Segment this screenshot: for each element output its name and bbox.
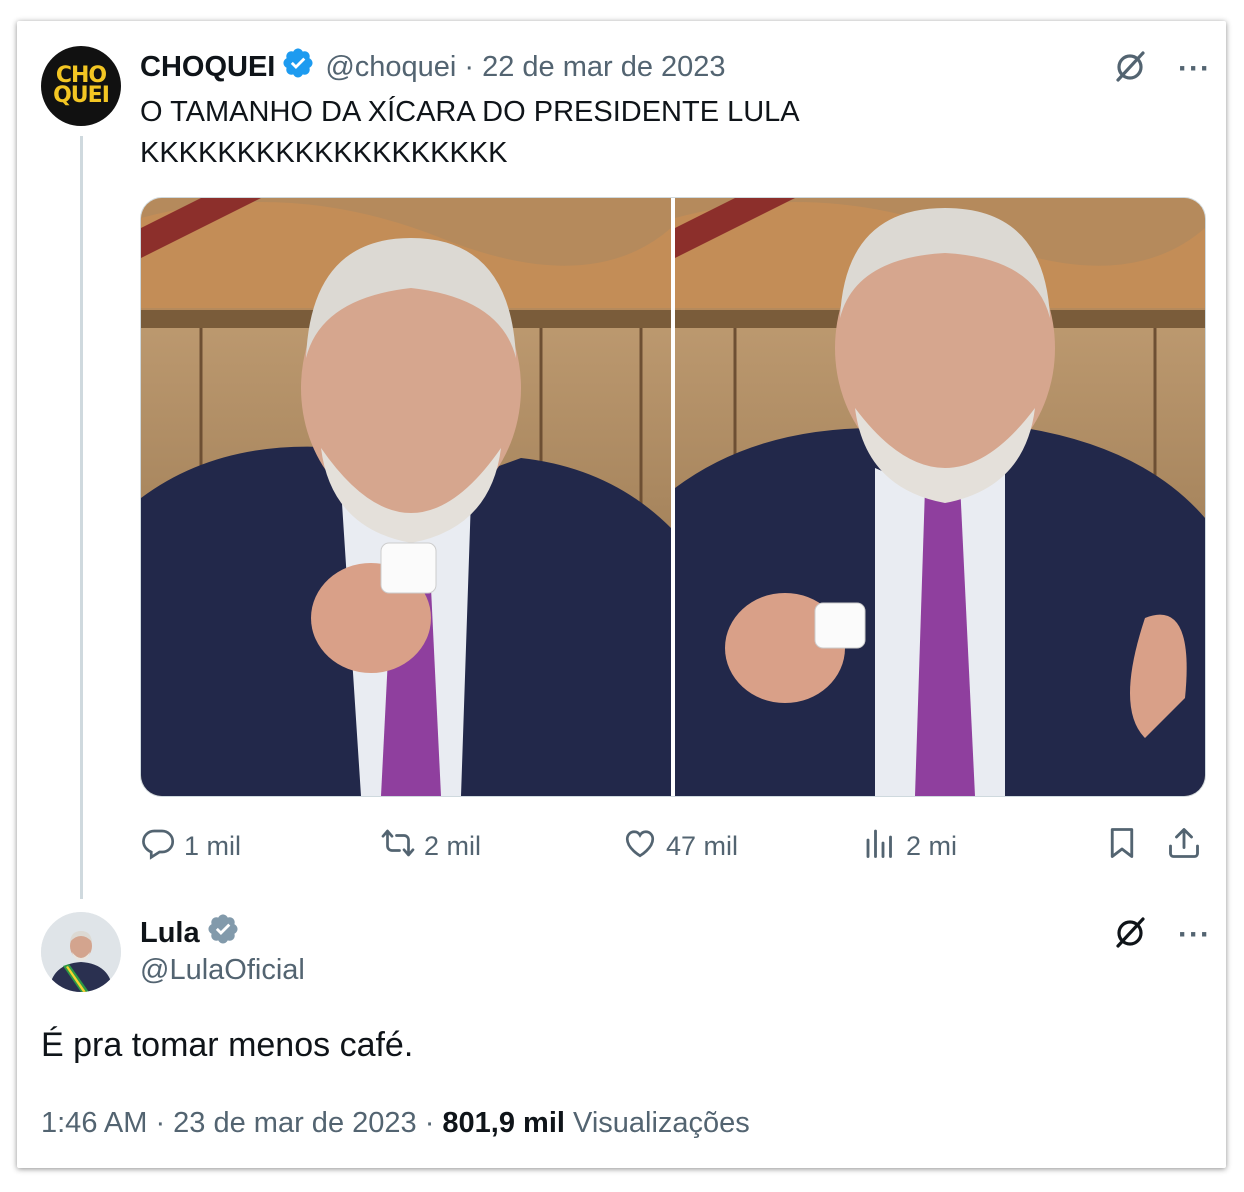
views-label: Visualizações [573,1107,750,1139]
retweet-icon [380,825,424,868]
like-button[interactable]: 47 mil [622,825,738,868]
reply-button[interactable]: 1 mil [140,825,241,868]
reply-icon [140,825,184,868]
reply-tweet-header: Lula [140,912,250,954]
reply-tweet-text: É pra tomar menos café. [41,1026,414,1064]
views-button[interactable]: 2 mi [862,825,957,868]
views-count: 801,9 mil [442,1107,565,1139]
tweet-media-grid [140,197,1206,797]
photo-2[interactable] [675,198,1205,796]
avatar-logo-text-bottom: QUEI [53,83,110,108]
more-options-icon[interactable]: ··· [1178,919,1211,949]
tweet-date[interactable]: · 22 de mar de 2023 [464,51,725,84]
handle[interactable]: @choquei [325,51,456,84]
display-name[interactable]: CHOQUEI [140,51,275,84]
original-tweet-top-icons: ··· [1112,48,1211,89]
original-tweet-text: O TAMANHO DA XÍCARA DO PRESIDENTE LULA K… [140,92,800,174]
choquei-avatar[interactable]: CHO QUEI [41,46,121,126]
retweet-button[interactable]: 2 mil [380,825,481,868]
heart-icon [622,825,666,868]
verified-badge-icon [281,46,315,88]
gray-verified-badge-icon [206,912,240,954]
share-button[interactable] [1166,825,1210,868]
like-count: 47 mil [666,831,739,861]
reply-tweet-footer: 1:46 AM · 23 de mar de 2023 · 801,9 mil … [41,1107,750,1140]
lula-avatar[interactable] [41,912,121,992]
views-count: 2 mi [906,831,958,861]
tweet-action-bar: 1 mil 2 mil 47 mil 2 mi [140,825,1204,865]
thread-connector-line [80,136,83,899]
grok-icon[interactable] [1112,48,1148,89]
reply-tweet-top-icons: ··· [1112,914,1211,955]
grok-icon[interactable] [1112,914,1148,955]
reply-handle-row: @LulaOficial [140,954,305,987]
bookmark-button[interactable] [1104,825,1148,868]
tweet-text-line-1: O TAMANHO DA XÍCARA DO PRESIDENTE LULA [140,96,800,128]
tweet-date[interactable]: · 23 de mar de 2023 · [155,1107,434,1139]
bookmark-icon [1104,825,1148,868]
handle[interactable]: @LulaOficial [140,954,305,987]
tweet-text-line-2: KKKKKKKKKKKKKKKKKKK [140,137,508,169]
analytics-icon [862,825,906,868]
tweet-time[interactable]: 1:46 AM [41,1107,147,1139]
more-options-icon[interactable]: ··· [1178,53,1211,83]
share-icon [1166,825,1210,868]
retweet-count: 2 mil [424,831,482,861]
display-name[interactable]: Lula [140,917,200,950]
photo-1[interactable] [141,198,671,796]
original-tweet-header: CHOQUEI @choquei · 22 de mar de 2023 [140,46,726,88]
reply-count: 1 mil [184,831,242,861]
